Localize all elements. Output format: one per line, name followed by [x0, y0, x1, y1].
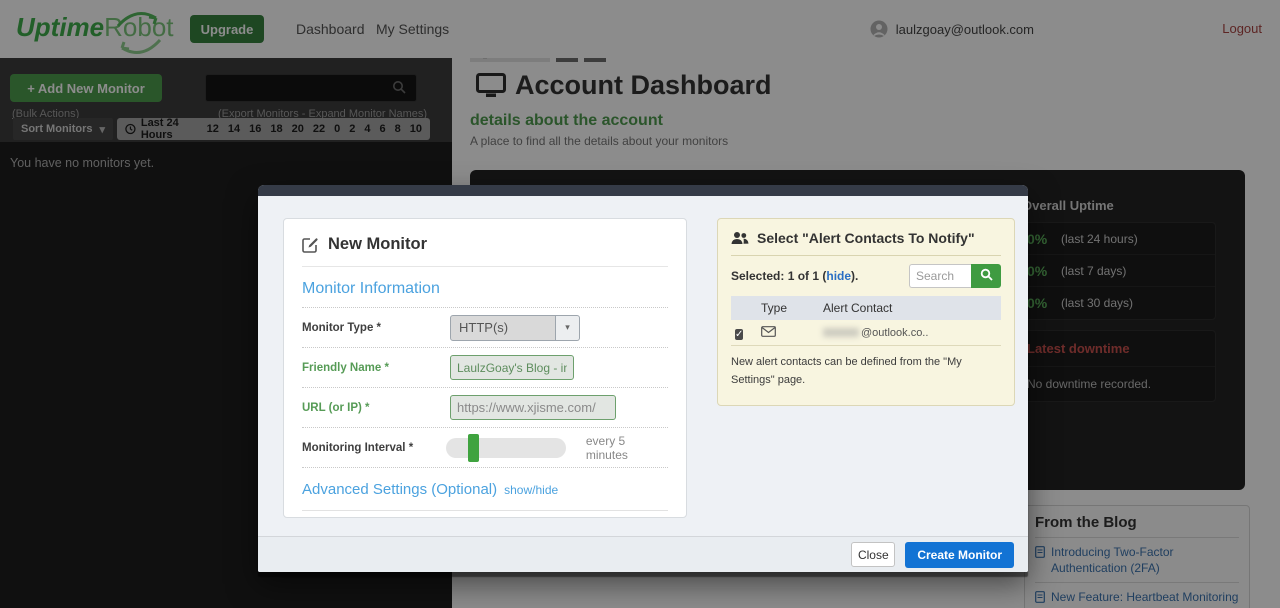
- advanced-settings-row: Advanced Settings (Optional) show/hide: [302, 467, 668, 511]
- create-monitor-button[interactable]: Create Monitor: [905, 541, 1014, 568]
- alert-contacts-note: New alert contacts can be defined from t…: [731, 356, 962, 386]
- interval-note: every 5 minutes: [585, 433, 628, 462]
- form-header: New Monitor: [302, 235, 668, 267]
- selected-count: Selected: 1 of 1 (hide).: [731, 269, 858, 283]
- type-cell: [761, 324, 823, 342]
- new-monitor-modal: New Monitor Monitor Information Monitor …: [258, 185, 1028, 572]
- modal-footer: Close Create Monitor: [258, 536, 1028, 572]
- friendly-name-row: Friendly Name *: [302, 347, 668, 387]
- alert-contact-row: ✓ @outlook.co..: [731, 320, 1001, 346]
- url-input[interactable]: [450, 395, 616, 420]
- chevron-down-icon[interactable]: ▾: [556, 314, 580, 341]
- url-label: URL (or IP) *: [302, 401, 370, 414]
- friendly-name-input[interactable]: [450, 355, 574, 380]
- slider-handle[interactable]: [467, 433, 479, 462]
- monitor-type-label: Monitor Type *: [302, 321, 382, 334]
- search-icon: [980, 268, 993, 281]
- monitor-type-row: Monitor Type * HTTP(s) ▾: [302, 307, 668, 347]
- monitor-information-title: Monitor Information: [302, 280, 440, 297]
- type-column-header: Type: [761, 301, 788, 315]
- modal-title: New Monitor: [328, 235, 427, 253]
- alert-contact-checkbox[interactable]: ✓: [735, 328, 744, 340]
- contact-column-header: Alert Contact: [823, 301, 893, 315]
- alert-contacts-table: Type Alert Contact ✓ @outlook.co..: [731, 296, 1001, 346]
- table-header: Type Alert Contact: [731, 296, 1001, 320]
- advanced-settings-link[interactable]: Advanced Settings (Optional): [302, 481, 497, 498]
- selected-prefix: Selected: 1 of 1 (: [731, 269, 827, 283]
- monitoring-interval-slider[interactable]: [445, 433, 566, 462]
- alert-contacts-header: Select "Alert Contacts To Notify": [731, 230, 1001, 256]
- alert-search-button[interactable]: [971, 264, 1001, 288]
- alert-search-group: [909, 264, 1001, 288]
- uptimerobot-app: UptimeRobot Upgrade Dashboard My Setting…: [0, 0, 1280, 608]
- alert-contacts-panel: Select "Alert Contacts To Notify" Select…: [717, 218, 1015, 406]
- contact-cell: @outlook.co..: [823, 327, 1001, 339]
- email-envelope-icon: [761, 325, 776, 337]
- friendly-name-label: Friendly Name *: [302, 361, 389, 374]
- advanced-showhide-link[interactable]: show/hide: [504, 483, 558, 497]
- selected-row: Selected: 1 of 1 (hide).: [731, 264, 1001, 288]
- close-button[interactable]: Close: [851, 542, 896, 567]
- contact-email-text: @outlook.co..: [861, 326, 929, 339]
- alert-contacts-title: Select "Alert Contacts To Notify": [757, 230, 975, 246]
- users-icon: [731, 232, 749, 244]
- new-monitor-form: New Monitor Monitor Information Monitor …: [283, 218, 687, 518]
- checkbox-cell: ✓: [731, 324, 761, 342]
- selected-suffix: ).: [851, 269, 859, 283]
- redacted-email-prefix: [823, 328, 859, 337]
- edit-pencil-icon: [302, 238, 318, 253]
- monitoring-interval-row: Monitoring Interval * every 5 minutes: [302, 427, 668, 467]
- hide-link[interactable]: hide: [826, 269, 851, 283]
- monitoring-interval-label: Monitoring Interval *: [302, 441, 414, 454]
- monitor-type-value: HTTP(s): [450, 314, 556, 341]
- alert-contacts-search-input[interactable]: [909, 264, 971, 288]
- modal-title-bar: [258, 185, 1028, 196]
- url-row: URL (or IP) *: [302, 387, 668, 427]
- modal-body: New Monitor Monitor Information Monitor …: [258, 196, 1028, 536]
- monitor-type-select[interactable]: HTTP(s) ▾: [450, 314, 580, 341]
